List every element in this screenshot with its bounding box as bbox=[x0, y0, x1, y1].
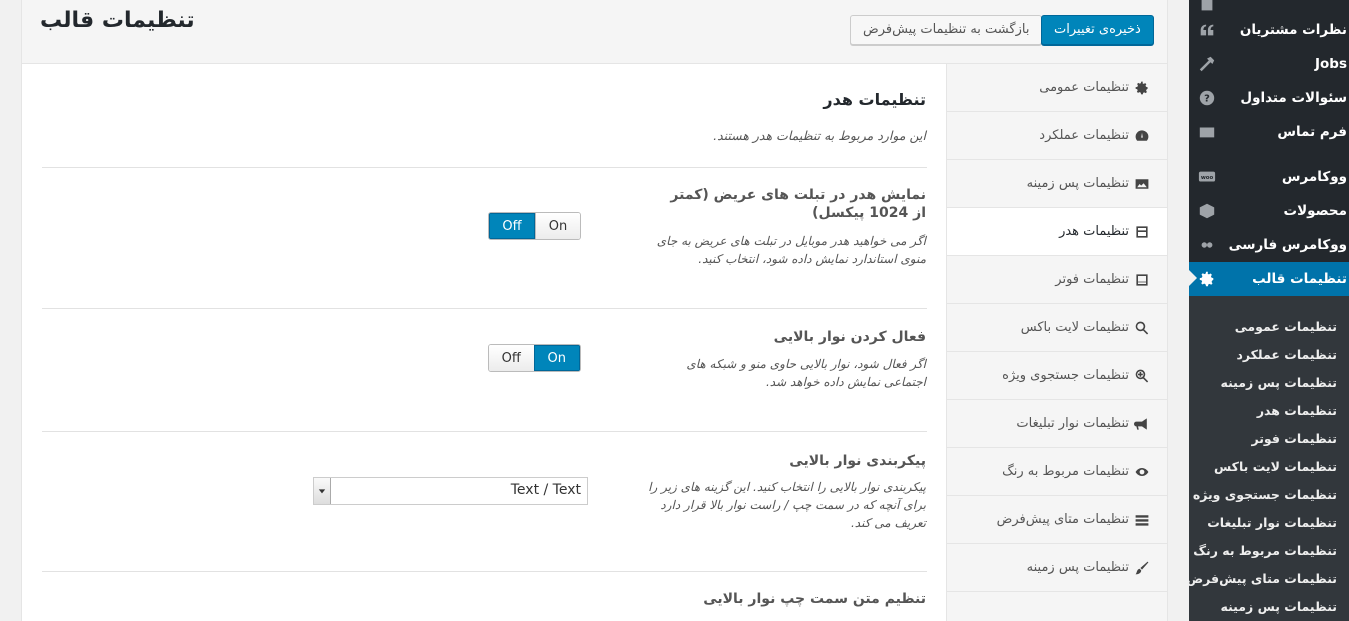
help-icon: ? bbox=[1189, 81, 1225, 115]
tab-general[interactable]: تنظیمات عمومی bbox=[947, 64, 1167, 112]
submenu-item[interactable]: تنظیمات عملکرد bbox=[1236, 347, 1337, 362]
topbar-config-select[interactable]: Text / Text bbox=[313, 477, 588, 505]
toggle-on-button[interactable]: On bbox=[535, 213, 580, 239]
mail-icon bbox=[1189, 115, 1225, 149]
divider bbox=[42, 167, 927, 168]
dashboard-icon bbox=[1133, 127, 1151, 145]
list-icon bbox=[1133, 511, 1151, 529]
hammer-icon bbox=[1189, 47, 1225, 81]
save-changes-button[interactable]: ذخیره‌ی تغییرات bbox=[1041, 15, 1154, 45]
sidebar-item-woocommerce[interactable]: woo ووکامرس bbox=[1189, 160, 1349, 194]
option-title: نمایش هدر در تبلت های عریض (کمتر از 1024… bbox=[670, 187, 926, 221]
megaphone-icon bbox=[1133, 415, 1151, 433]
admin-sidebar: نظرات مشتریان Jobs ? سئوالات متداول فرم … bbox=[1189, 0, 1349, 621]
submenu-item[interactable]: تنظیمات مربوط به رنگ bbox=[1193, 543, 1337, 558]
admin-submenu: تنظیمات عمومی تنظیمات عملکرد تنظیمات پس … bbox=[1189, 296, 1349, 621]
reset-defaults-button[interactable]: بازگشت به تنظیمات پیش‌فرض bbox=[850, 15, 1043, 45]
options-panel: تنظیمات قالب بازگشت به تنظیمات پیش‌فرض ذ… bbox=[21, 0, 1168, 621]
tab-background[interactable]: تنظیمات پس زمینه bbox=[947, 160, 1167, 208]
tab-lightbox[interactable]: تنظیمات لایت باکس bbox=[947, 304, 1167, 352]
tablet-header-toggle[interactable]: Off On bbox=[488, 212, 581, 240]
woo-icon: woo bbox=[1189, 160, 1225, 194]
tab-footer[interactable]: تنظیمات فوتر bbox=[947, 256, 1167, 304]
toggle-off-button[interactable]: Off bbox=[489, 213, 535, 239]
tab-special-search[interactable]: تنظیمات جستجوی ویژه bbox=[947, 352, 1167, 400]
sidebar-item-jobs[interactable]: Jobs bbox=[1189, 47, 1349, 81]
select-value: Text / Text bbox=[510, 482, 581, 498]
options-header: تنظیمات قالب بازگشت به تنظیمات پیش‌فرض ذ… bbox=[21, 0, 1168, 64]
chevron-down-icon[interactable] bbox=[314, 478, 331, 504]
sidebar-item-testimonials[interactable]: نظرات مشتریان bbox=[1189, 13, 1349, 47]
submenu-item[interactable]: تنظیمات متای پیش‌فرض bbox=[1189, 571, 1337, 586]
option-description: اگر می خواهید هدر موبایل در تبلت های عری… bbox=[656, 234, 926, 266]
submenu-item[interactable]: تنظیمات لایت باکس bbox=[1214, 459, 1337, 474]
search-icon bbox=[1133, 319, 1151, 337]
submenu-item[interactable]: تنظیمات نوار تبلیغات bbox=[1207, 515, 1337, 530]
tab-performance[interactable]: تنظیمات عملکرد bbox=[947, 112, 1167, 160]
settings-content: تنظیمات هدر این موارد مربوط به تنظیمات ه… bbox=[21, 64, 946, 621]
sidebar-item-theme-settings[interactable]: تنظیمات قالب bbox=[1189, 262, 1349, 296]
divider bbox=[42, 571, 927, 572]
submenu-item[interactable]: تنظیمات پس زمینه bbox=[1221, 599, 1338, 614]
page-title: تنظیمات قالب bbox=[40, 8, 195, 33]
submenu-item[interactable]: تنظیمات عمومی bbox=[1235, 319, 1337, 334]
section-title: تنظیمات هدر bbox=[823, 90, 926, 109]
tab-default-meta[interactable]: تنظیمات متای پیش‌فرض bbox=[947, 496, 1167, 544]
option-description: پیکربندی نوار بالایی را انتخاب کنید. این… bbox=[648, 480, 926, 530]
zoom-plus-icon bbox=[1133, 367, 1151, 385]
divider bbox=[42, 431, 927, 432]
topbar-enable-toggle[interactable]: Off On bbox=[488, 344, 581, 372]
toggle-on-button[interactable]: On bbox=[533, 345, 580, 371]
woo-persian-icon bbox=[1189, 228, 1225, 262]
tab-header[interactable]: تنظیمات هدر bbox=[947, 208, 1167, 256]
tab-background-2[interactable]: تنظیمات پس زمینه bbox=[947, 544, 1167, 592]
sidebar-item-faq[interactable]: ? سئوالات متداول bbox=[1189, 81, 1349, 115]
gear-icon bbox=[1133, 79, 1151, 97]
svg-text:woo: woo bbox=[1201, 175, 1214, 181]
tab-ad-bar[interactable]: تنظیمات نوار تبلیغات bbox=[947, 400, 1167, 448]
settings-tabs: تنظیمات عمومی تنظیمات عملکرد تنظیمات پس … bbox=[946, 64, 1168, 621]
eye-icon bbox=[1133, 463, 1151, 481]
sidebar-item-woocommerce-persian[interactable]: ووکامرس فارسی bbox=[1189, 228, 1349, 262]
submenu-item[interactable]: تنظیمات پس زمینه bbox=[1221, 375, 1338, 390]
submenu-item[interactable]: تنظیمات فوتر bbox=[1251, 431, 1337, 446]
toggle-off-button[interactable]: Off bbox=[489, 345, 534, 371]
image-icon bbox=[1133, 175, 1151, 193]
divider bbox=[42, 308, 927, 309]
option-title: فعال کردن نوار بالایی bbox=[773, 329, 926, 345]
sidebar-item-contact[interactable]: فرم تماس bbox=[1189, 115, 1349, 149]
sidebar-item-products[interactable]: محصولات bbox=[1189, 194, 1349, 228]
footer-icon bbox=[1133, 271, 1151, 289]
option-title: پیکربندی نوار بالایی bbox=[789, 453, 926, 469]
header-icon bbox=[1133, 223, 1151, 241]
tab-colors[interactable]: تنظیمات مربوط به رنگ bbox=[947, 448, 1167, 496]
brush-icon bbox=[1133, 559, 1151, 577]
submenu-item[interactable]: تنظیمات هدر bbox=[1257, 403, 1337, 418]
submenu-item[interactable]: تنظیمات جستجوی ویژه bbox=[1193, 487, 1337, 502]
option-description: اگر فعال شود، نوار بالایی حاوی منو و شبک… bbox=[686, 357, 926, 389]
box-icon bbox=[1189, 194, 1225, 228]
option-title: تنظیم متن سمت چپ نوار بالایی bbox=[703, 591, 926, 607]
current-menu-arrow bbox=[1189, 270, 1197, 286]
svg-text:?: ? bbox=[1204, 94, 1210, 105]
section-description: این موارد مربوط به تنظیمات هدر هستند. bbox=[713, 128, 926, 143]
quote-icon bbox=[1189, 13, 1225, 47]
